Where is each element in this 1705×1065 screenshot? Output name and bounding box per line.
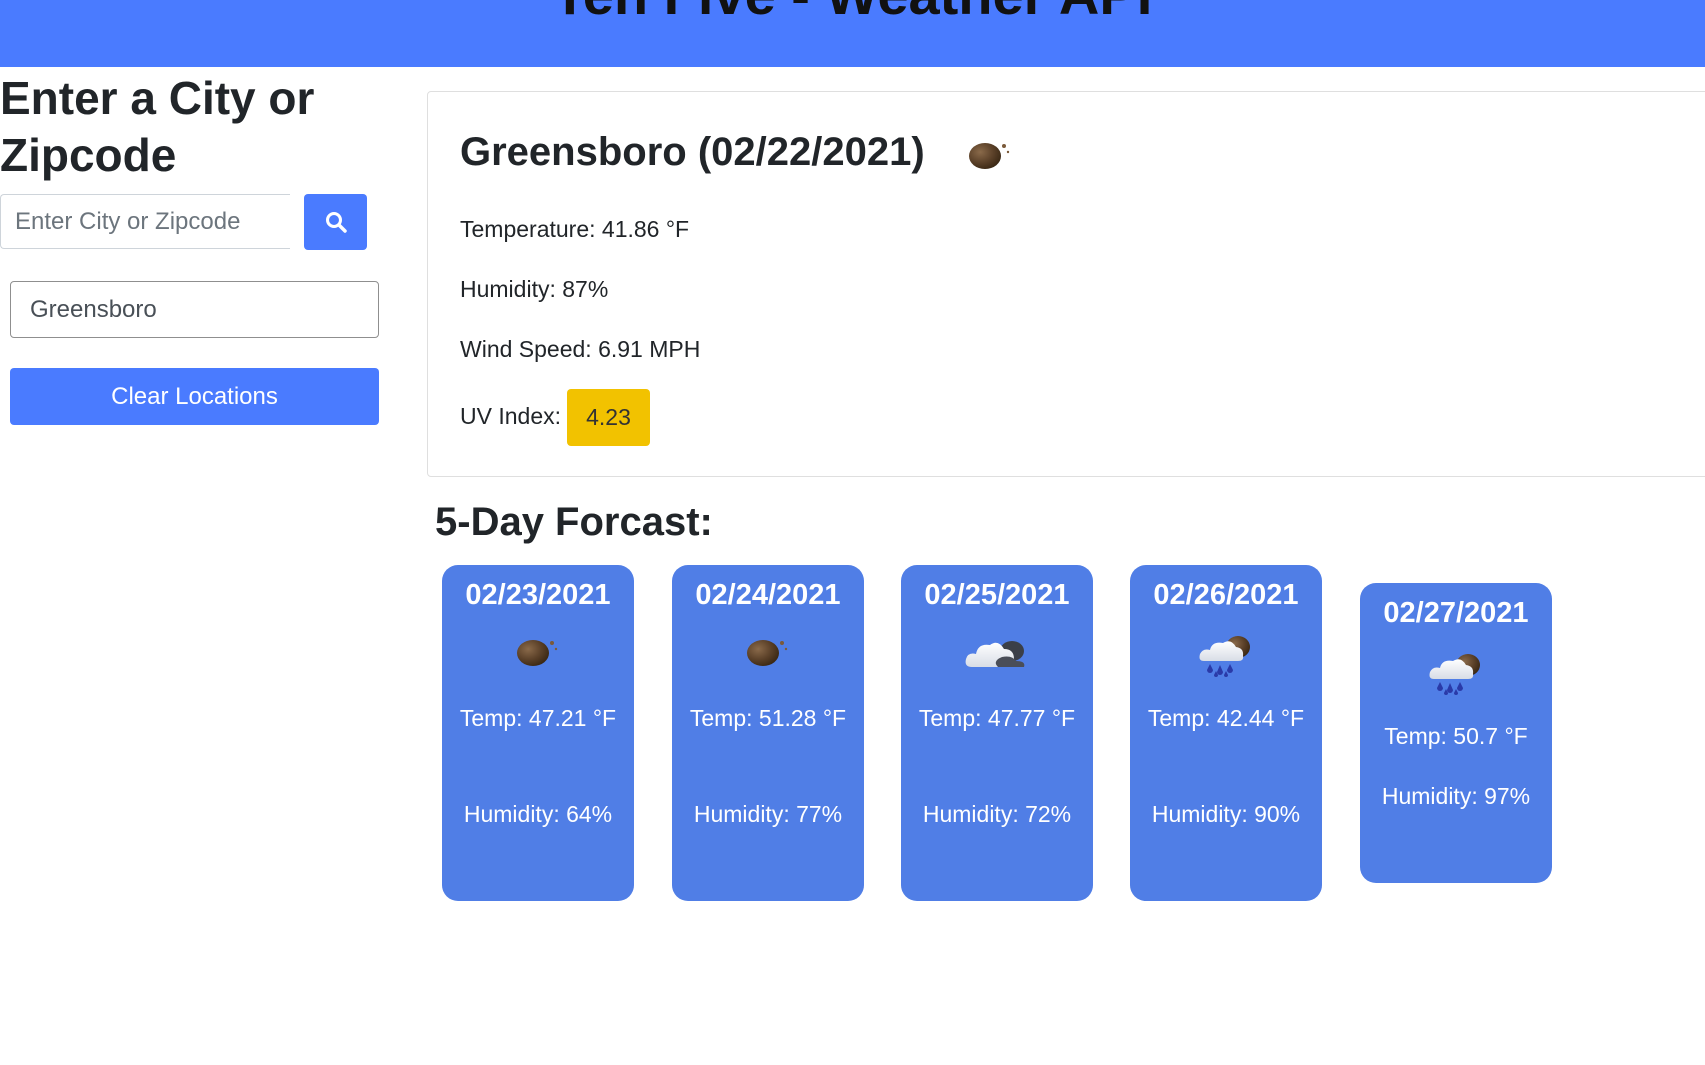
clear-night-icon [968, 136, 1012, 177]
forecast-date: 02/24/2021 [695, 579, 841, 611]
forecast-card: 02/26/2021 Temp: 42.44 °F Humidity: 90% [1130, 565, 1322, 901]
search-icon [325, 212, 347, 233]
forecast-temp: Temp: 47.21 °F [459, 705, 617, 731]
search-input[interactable] [0, 194, 290, 249]
clear-night-icon [672, 633, 864, 669]
uv-index-label: UV Index: [460, 403, 561, 429]
forecast-card: 02/24/2021 Temp: 51.28 °F Humidity: 77% [672, 565, 864, 901]
forecast-temp: Temp: 51.28 °F [689, 705, 847, 731]
forecast-humidity: Humidity: 90% [1151, 801, 1301, 827]
clear-locations-button[interactable]: Clear Locations [10, 368, 379, 425]
forecast-temp: Temp: 47.77 °F [918, 705, 1076, 731]
forecast-temp: Temp: 50.7 °F [1384, 723, 1528, 749]
header-bar: Ten Five - Weather API [0, 0, 1705, 67]
cloudy-night-icon [901, 633, 1093, 673]
clear-night-icon [442, 633, 634, 669]
forecast-card: 02/25/2021 Temp: 47.77 °F Humidity: 72% [901, 565, 1093, 901]
forecast-humidity: Humidity: 97% [1381, 783, 1531, 809]
current-city-title: Greensboro (02/22/2021) [460, 130, 925, 174]
forecast-card: 02/23/2021 Temp: 47.21 °F Humidity: 64% [442, 565, 634, 901]
page-title: Ten Five - Weather API [0, 0, 1705, 27]
current-temperature: Temperature: 41.86 °F [460, 216, 690, 242]
search-button[interactable] [304, 194, 367, 250]
forecast-date: 02/23/2021 [465, 579, 611, 611]
current-humidity: Humidity: 87% [460, 276, 609, 302]
forecast-temp: Temp: 42.44 °F [1147, 705, 1305, 731]
forecast-date: 02/26/2021 [1153, 579, 1299, 611]
rain-night-icon [1130, 633, 1322, 677]
forecast-date: 02/25/2021 [924, 579, 1070, 611]
forecast-date: 02/27/2021 [1383, 597, 1529, 629]
rain-night-icon [1360, 651, 1552, 695]
forecast-humidity: Humidity: 72% [922, 801, 1072, 827]
current-wind-speed: Wind Speed: 6.91 MPH [460, 336, 701, 362]
forecast-humidity: Humidity: 64% [463, 801, 613, 827]
forecast-heading: 5-Day Forcast: [435, 500, 713, 544]
current-weather-card: Greensboro (02/22/2021) Temperature: 41.… [427, 91, 1705, 477]
forecast-humidity: Humidity: 77% [693, 801, 843, 827]
history-item-greensboro[interactable]: Greensboro [10, 281, 379, 338]
search-heading: Enter a City or Zipcode [0, 72, 315, 181]
forecast-card: 02/27/2021 Temp: 50.7 °F Humidity: 97% [1360, 583, 1552, 883]
uv-index-badge: 4.23 [567, 389, 650, 446]
